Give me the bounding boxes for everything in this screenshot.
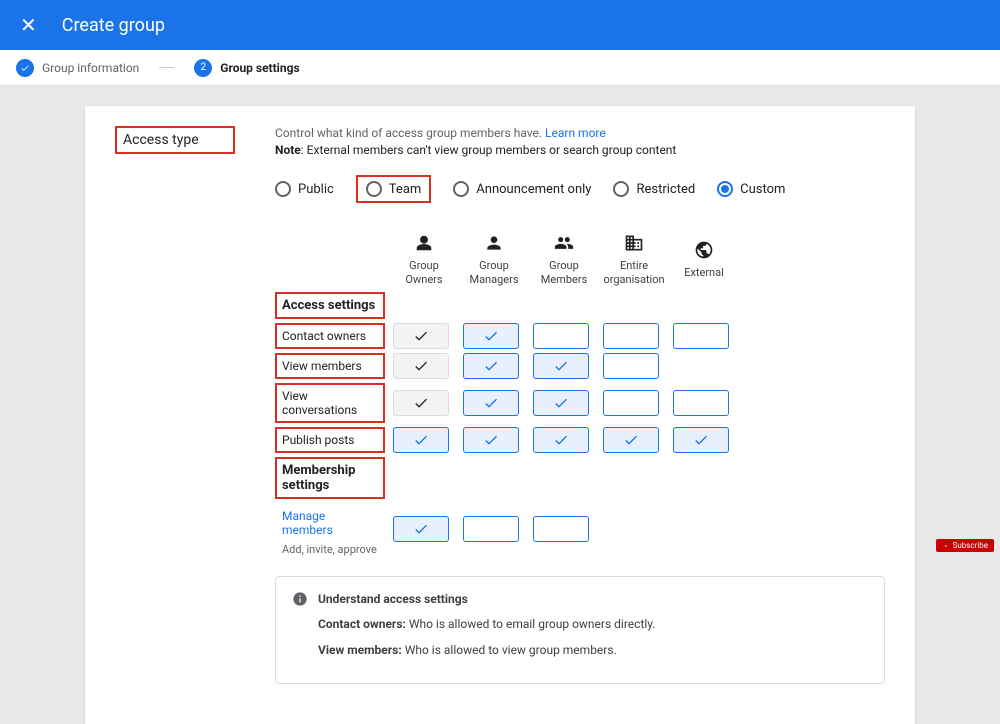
cell-view-conv-owners[interactable]: [393, 390, 449, 416]
info-box: Understand access settings Contact owner…: [275, 576, 885, 684]
membership-settings-label: Membership settings: [275, 457, 385, 499]
cell-view-conv-managers[interactable]: [463, 390, 519, 416]
note-text: : External members can't view group memb…: [301, 143, 677, 157]
radio-label: Team: [389, 182, 422, 197]
step-label: Group settings: [220, 61, 299, 75]
col-entire-org: Entire organisation: [603, 233, 665, 288]
access-note: Note: External members can't view group …: [275, 143, 885, 157]
subscribe-label: Subscribe: [953, 541, 988, 550]
cell-publish-org[interactable]: [603, 427, 659, 453]
learn-more-link[interactable]: Learn more: [545, 126, 606, 140]
cell-manage-owners[interactable]: [393, 516, 449, 542]
close-icon[interactable]: ✕: [20, 13, 37, 37]
cell-contact-owners-members[interactable]: [533, 323, 589, 349]
cell-publish-owners[interactable]: [393, 427, 449, 453]
col-external: External: [673, 240, 735, 280]
col-group-members: Group Members: [533, 233, 595, 288]
radio-public[interactable]: Public: [275, 181, 334, 197]
access-matrix: Group Owners Group Managers Group Member…: [275, 233, 885, 556]
cell-view-members-org[interactable]: [603, 353, 659, 379]
row-publish-posts: Publish posts: [275, 427, 385, 453]
step-separator: [159, 67, 174, 68]
cell-contact-owners-managers[interactable]: [463, 323, 519, 349]
header-title: Create group: [62, 15, 165, 36]
main-card: Access type Control what kind of access …: [85, 106, 915, 724]
row-view-members: View members: [275, 353, 385, 379]
cell-manage-members[interactable]: [533, 516, 589, 542]
subscribe-badge[interactable]: Subscribe: [936, 539, 994, 552]
cell-view-members-managers[interactable]: [463, 353, 519, 379]
cell-contact-owners-org[interactable]: [603, 323, 659, 349]
cell-publish-external[interactable]: [673, 427, 729, 453]
manage-members-sub: Add, invite, approve: [275, 543, 385, 556]
cell-view-conv-external[interactable]: [673, 390, 729, 416]
info-title-text: Understand access settings: [318, 592, 468, 606]
step-label: Group information: [42, 61, 139, 75]
desc-text: Control what kind of access group member…: [275, 126, 545, 140]
radio-icon: [275, 181, 291, 197]
step-group-settings[interactable]: 2 Group settings: [194, 59, 299, 77]
info-title: Understand access settings: [292, 591, 868, 607]
radio-icon: [453, 181, 469, 197]
radio-label: Public: [298, 182, 334, 197]
cell-publish-managers[interactable]: [463, 427, 519, 453]
cell-view-conv-members[interactable]: [533, 390, 589, 416]
cell-contact-owners-external[interactable]: [673, 323, 729, 349]
cell-view-members-owners[interactable]: [393, 353, 449, 379]
info-line-view: View members: Who is allowed to view gro…: [318, 643, 868, 657]
radio-label: Custom: [740, 182, 785, 197]
header-bar: ✕ Create group: [0, 0, 1000, 50]
step-group-information[interactable]: Group information: [16, 59, 139, 77]
cell-manage-managers[interactable]: [463, 516, 519, 542]
cell-contact-owners-owners[interactable]: [393, 323, 449, 349]
radio-team[interactable]: Team: [356, 175, 432, 203]
cell-view-conv-org[interactable]: [603, 390, 659, 416]
col-group-owners: Group Owners: [393, 233, 455, 288]
access-type-radios: Public Team Announcement only Restricted…: [275, 175, 885, 203]
radio-announcement[interactable]: Announcement only: [453, 181, 591, 197]
access-settings-label: Access settings: [275, 292, 385, 319]
info-line-contact: Contact owners: Who is allowed to email …: [318, 617, 868, 631]
radio-custom[interactable]: Custom: [717, 181, 785, 197]
radio-label: Announcement only: [476, 182, 591, 197]
row-contact-owners: Contact owners: [275, 323, 385, 349]
note-label: Note: [275, 143, 301, 157]
row-manage-members: Manage members: [275, 503, 385, 543]
access-description: Control what kind of access group member…: [275, 126, 885, 140]
radio-icon: [613, 181, 629, 197]
col-group-managers: Group Managers: [463, 233, 525, 288]
stepper-bar: Group information 2 Group settings: [0, 50, 1000, 86]
row-view-conversations: View conversations: [275, 383, 385, 423]
step-number-icon: 2: [194, 59, 212, 77]
youtube-icon: [942, 542, 950, 550]
cell-publish-members[interactable]: [533, 427, 589, 453]
info-icon: [292, 591, 308, 607]
radio-restricted[interactable]: Restricted: [613, 181, 695, 197]
check-icon: [16, 59, 34, 77]
cell-view-members-members[interactable]: [533, 353, 589, 379]
access-type-title: Access type: [115, 126, 235, 154]
radio-label: Restricted: [636, 182, 695, 197]
radio-icon: [366, 181, 382, 197]
radio-icon: [717, 181, 733, 197]
